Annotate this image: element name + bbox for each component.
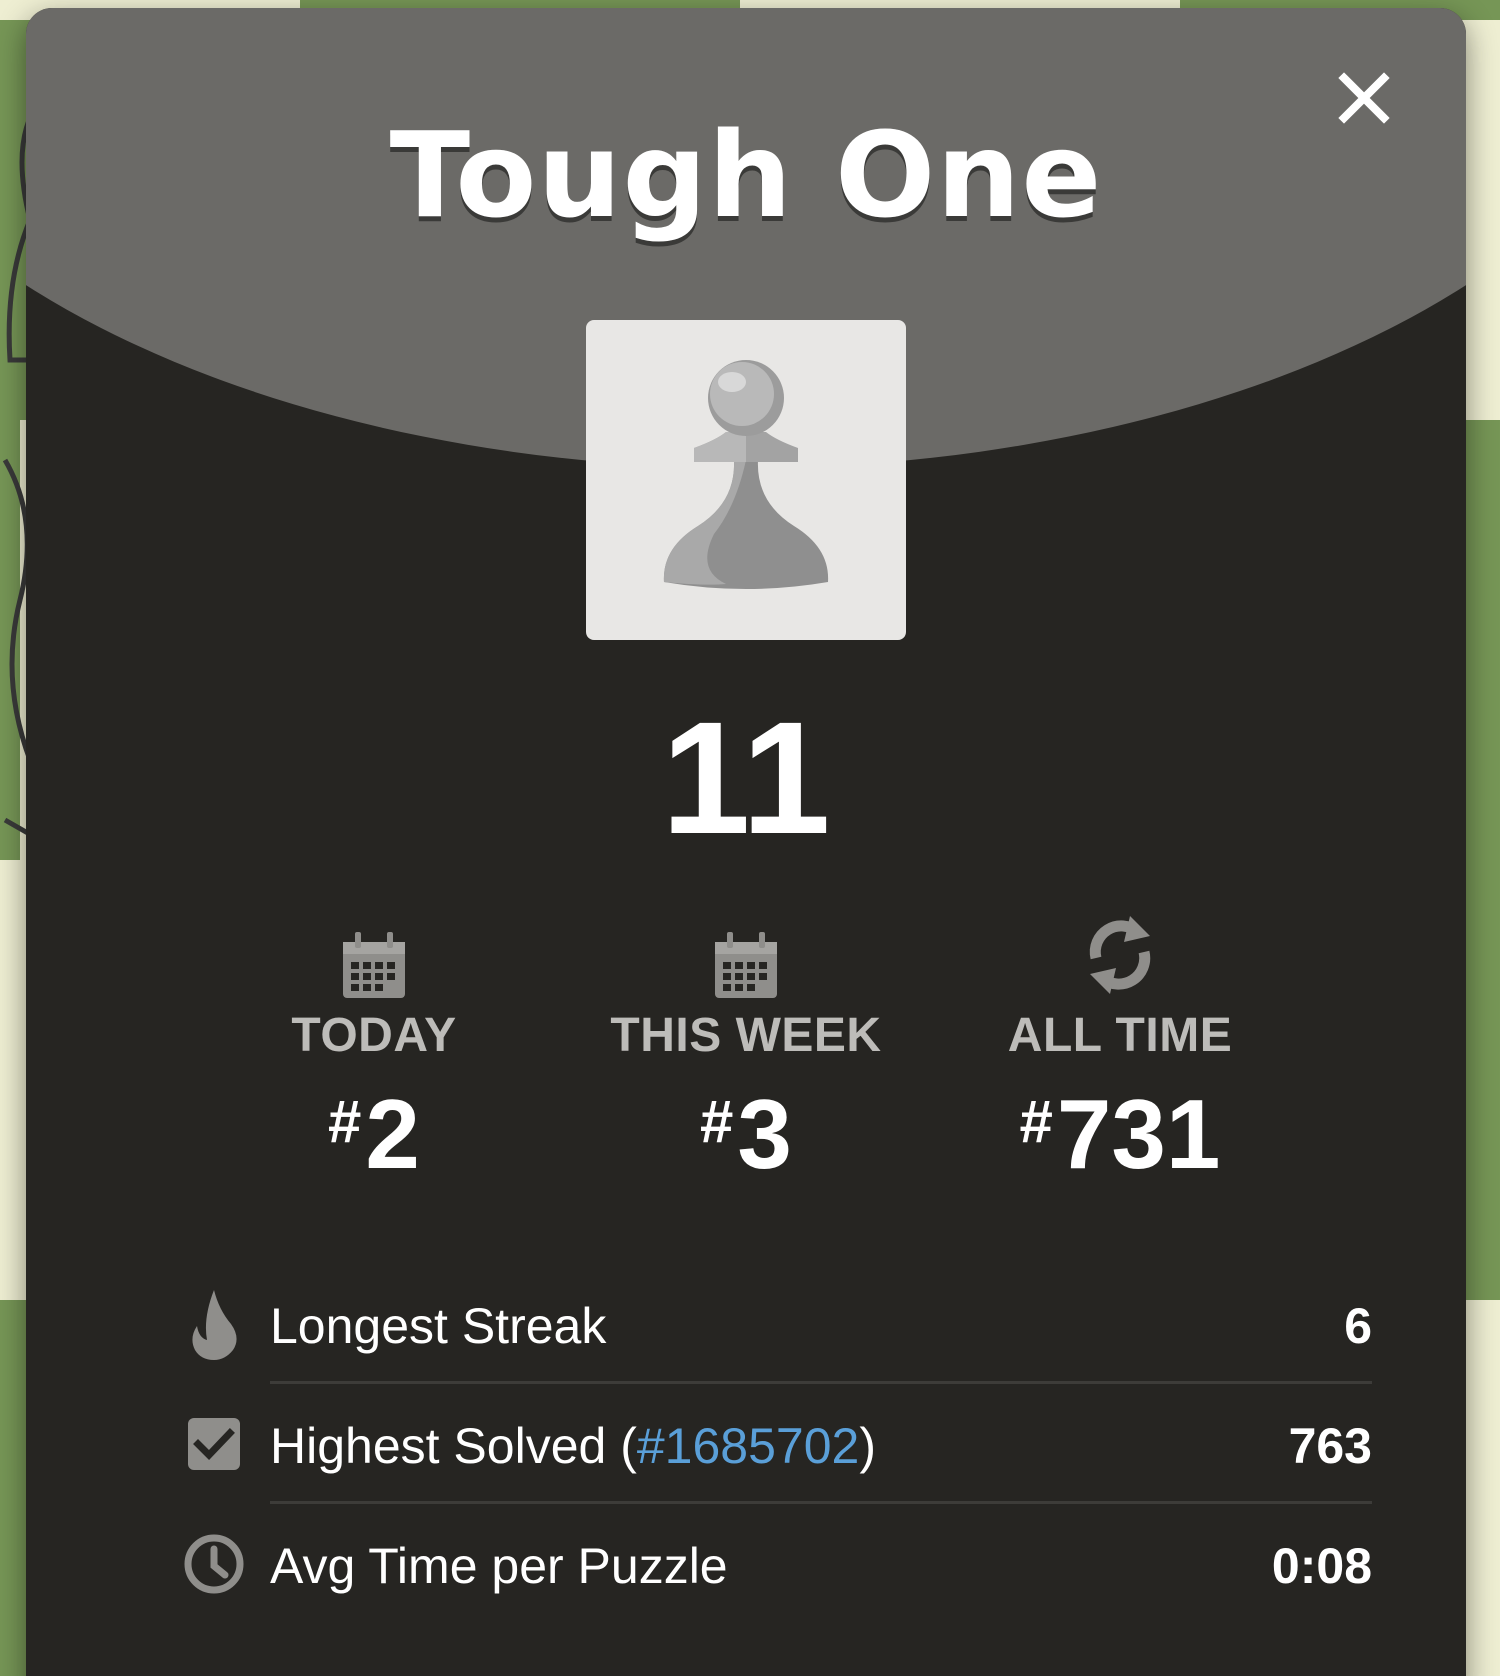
rank-hash: # [700,1088,734,1155]
rank-value: #2 [184,1072,564,1214]
stat-row-avg-time: Avg Time per Puzzle 0:08 [182,1504,1372,1624]
rank-this-week: THIS WEEK #3 [556,922,936,1214]
rank-today: TODAY #2 [184,922,564,1214]
stat-row-highest-solved: Highest Solved (#1685702) 763 [182,1384,1372,1504]
puzzle-link[interactable]: #1685702 [637,1418,859,1474]
stats-list: Longest Streak 6 Highest Solved (#168570… [182,1264,1372,1624]
rank-number: 3 [737,1079,792,1189]
flame-icon [192,1290,237,1360]
rank-all-time: ALL TIME #731 [930,916,1310,1214]
stat-value: 0:08 [1271,1538,1372,1594]
rank-label: ALL TIME [1007,1009,1233,1062]
calendar-icon [715,932,777,998]
stat-value: 763 [1288,1418,1372,1474]
stat-label: Highest Solved (#1685702) [270,1418,876,1474]
puzzle-score: 11 [661,688,831,867]
stat-label-suffix: ) [859,1418,876,1474]
stat-value: 6 [1344,1298,1372,1354]
stat-label: Longest Streak [270,1298,607,1354]
rank-label: TODAY [291,1009,457,1062]
pawn-badge [586,320,906,640]
checkbox-icon [188,1418,240,1470]
stat-label: Avg Time per Puzzle [270,1538,728,1594]
pawn-icon [663,360,829,589]
refresh-icon [1089,916,1151,994]
calendar-icon [343,932,405,998]
rank-value: #731 [930,1072,1310,1214]
rank-number: 2 [365,1079,420,1189]
rank-hash: # [1019,1088,1053,1155]
rank-label: THIS WEEK [610,1009,882,1062]
rank-number: 731 [1056,1079,1221,1189]
modal-title: Tough One [389,106,1103,244]
rank-hash: # [328,1088,362,1155]
puzzle-stats-modal: Tough One 11 TODAY #2 THIS WEEK #3 ALL T… [26,8,1466,1676]
rank-value: #3 [556,1072,936,1214]
stat-label-prefix: Highest Solved ( [270,1418,637,1474]
stat-row-longest-streak: Longest Streak 6 [182,1264,1372,1384]
clock-icon [184,1534,244,1594]
